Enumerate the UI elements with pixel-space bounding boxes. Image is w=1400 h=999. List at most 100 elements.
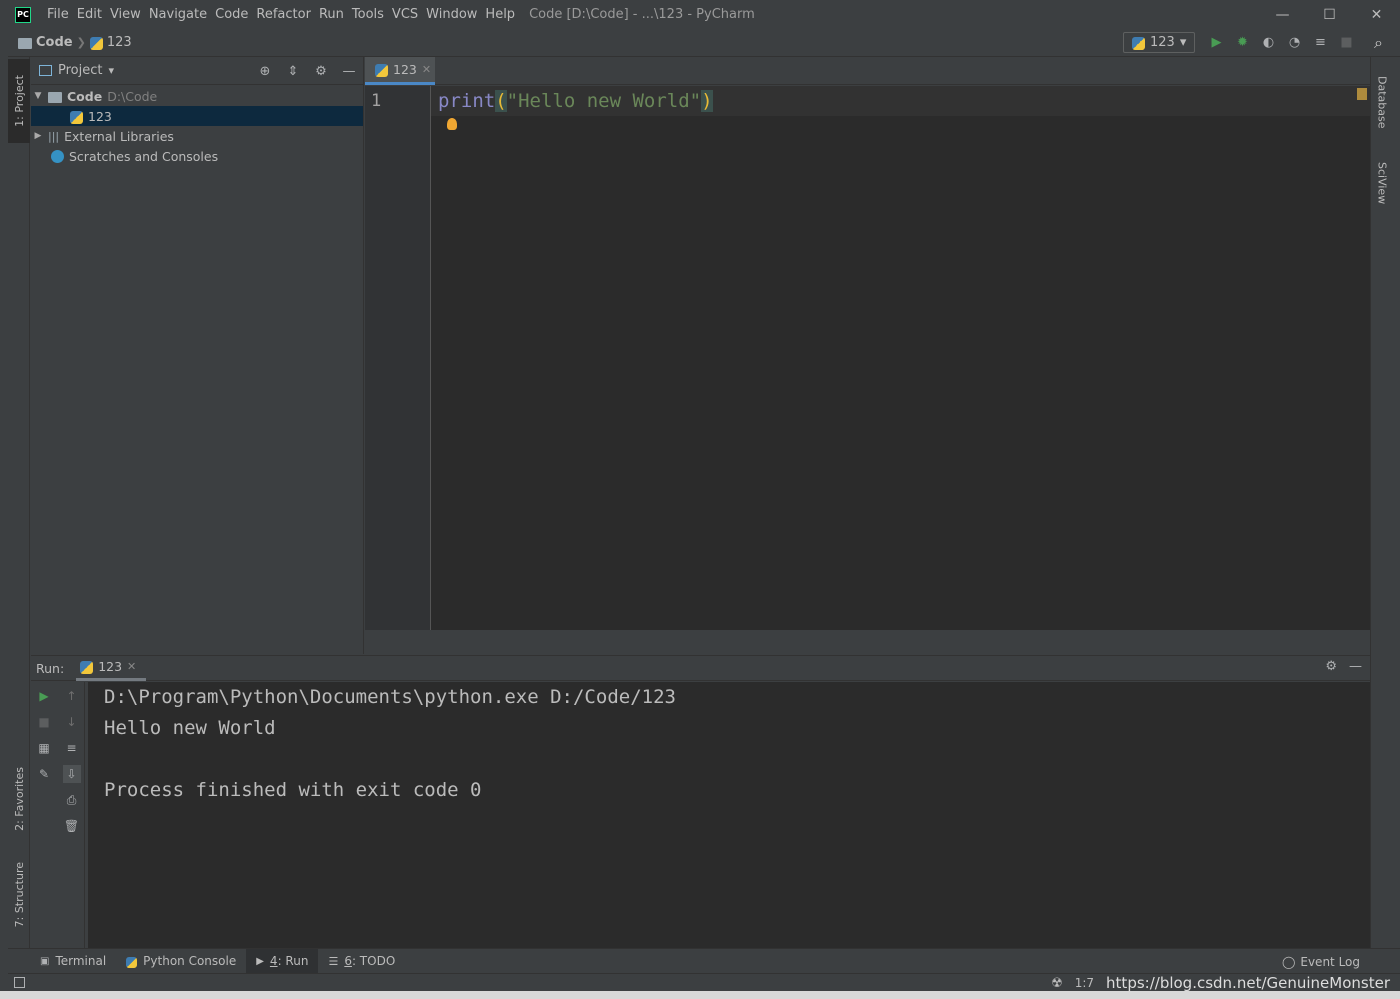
breadcrumb-file-label: 123	[106, 35, 132, 50]
expanded-arrow-icon[interactable]: ▼	[33, 91, 43, 101]
title-bar: PC File Edit View Navigate Code Refactor…	[0, 0, 1400, 29]
locate-target-icon[interactable]: ⊕	[257, 61, 273, 81]
caret-position[interactable]: 1:7	[1075, 976, 1094, 990]
stop-icon[interactable]: ■	[1336, 32, 1357, 53]
tool-tab-database[interactable]: Database	[1371, 67, 1393, 137]
tool-tab-todo-label: 6: TODO	[344, 954, 395, 968]
project-panel-header: Project ▾ ⊕ ⇕ ⚙ —	[31, 57, 363, 85]
trash-icon[interactable]: 🗑	[63, 817, 81, 835]
tree-item-file[interactable]: 123	[31, 106, 363, 126]
menu-code[interactable]: Code	[211, 7, 252, 22]
close-tab-icon[interactable]: ✕	[422, 63, 431, 76]
folder-icon	[48, 91, 62, 103]
menu-window[interactable]: Window	[422, 7, 481, 22]
run-console-output[interactable]: D:\Program\Python\Documents\python.exe D…	[88, 682, 1370, 948]
window-title: Code [D:\Code] - ...\123 - PyCharm	[529, 7, 755, 22]
tool-tab-run[interactable]: ▶ 4: Run	[246, 948, 319, 974]
python-file-icon	[70, 110, 83, 124]
tool-tab-python-console-label: Python Console	[143, 954, 237, 968]
close-tab-icon[interactable]: ✕	[127, 660, 136, 673]
right-tool-window-strip: Database SciView	[1370, 57, 1392, 948]
collapse-all-icon[interactable]: ⇕	[285, 61, 301, 81]
debug-icon[interactable]: ✹	[1232, 32, 1253, 53]
maximize-button[interactable]: ☐	[1306, 0, 1353, 29]
bottom-tool-window-bar: ▣ Terminal Python Console ▶ 4: Run ☰ 6: …	[8, 948, 1400, 974]
run-icon: ▶	[256, 955, 264, 967]
gear-icon[interactable]: ⚙	[1325, 659, 1337, 674]
scroll-to-end-icon[interactable]: ⇩	[62, 765, 81, 783]
menu-refactor[interactable]: Refactor	[252, 7, 315, 22]
line-number: 1	[371, 91, 382, 111]
menu-vcs[interactable]: VCS	[388, 7, 422, 22]
soft-wrap-icon[interactable]: ≡	[63, 739, 81, 757]
project-panel-tools: ⊕ ⇕ ⚙ —	[257, 61, 357, 81]
breadcrumb-project[interactable]: Code	[18, 35, 73, 50]
tool-tab-favorites[interactable]: 2: Favorites	[8, 757, 30, 841]
todo-list-icon: ☰	[328, 954, 339, 968]
left-tool-window-strip: 1: Project 2: Favorites 7: Structure	[8, 57, 30, 948]
menu-edit[interactable]: Edit	[73, 7, 106, 22]
tool-tab-project[interactable]: 1: Project	[8, 59, 30, 143]
run-icon[interactable]: ▶	[1206, 32, 1227, 53]
gear-icon[interactable]: ⚙	[313, 61, 329, 81]
run-configuration-selector[interactable]: 123 ▾	[1123, 32, 1195, 53]
editor-gutter: 1	[365, 86, 431, 630]
navigation-bar: Code ❯ 123 123 ▾ ▶ ✹ ◐ ◔ ≡ ■ ⌕	[8, 29, 1400, 57]
tree-item-code[interactable]: ▼ Code D:\Code	[31, 86, 363, 106]
tool-tab-sciview[interactable]: SciView	[1371, 153, 1393, 213]
library-icon: |||	[48, 129, 60, 143]
tool-tab-python-console[interactable]: Python Console	[116, 949, 246, 974]
python-file-icon	[375, 64, 388, 77]
rerun-icon[interactable]: ▶	[35, 687, 53, 705]
coverage-icon[interactable]: ◐	[1258, 32, 1279, 53]
restore-layout-icon[interactable]: ▦	[35, 739, 53, 757]
inspection-status-icon[interactable]	[1357, 88, 1367, 100]
menu-navigate[interactable]: Navigate	[145, 7, 211, 22]
tool-tab-structure[interactable]: 7: Structure	[8, 853, 30, 937]
stop-icon[interactable]: ■	[35, 713, 53, 731]
menu-view[interactable]: View	[106, 7, 145, 22]
window-left-edge	[0, 29, 8, 991]
editor-tab-123[interactable]: 123 ✕	[365, 57, 435, 85]
toggle-tool-windows-icon[interactable]	[14, 977, 25, 988]
tree-item-external-libraries[interactable]: ▶ ||| External Libraries	[31, 126, 363, 146]
project-view-selector[interactable]: Project	[58, 63, 102, 78]
tool-tab-todo[interactable]: ☰ 6: TODO	[318, 949, 405, 974]
arrow-down-icon[interactable]: ↓	[63, 713, 81, 731]
menu-help[interactable]: Help	[481, 7, 519, 22]
editor-tab-label: 123	[393, 62, 417, 77]
inspection-settings-icon[interactable]: ☢	[1051, 976, 1063, 991]
hide-panel-icon[interactable]: —	[341, 61, 357, 81]
arrow-up-icon[interactable]: ↑	[63, 687, 81, 705]
console-line: Hello new World	[104, 717, 276, 739]
project-tool-window: Project ▾ ⊕ ⇕ ⚙ — ▼ Code D:\Code 123 ▶ |…	[31, 57, 364, 654]
menu-bar: File Edit View Navigate Code Refactor Ru…	[43, 7, 519, 22]
code-open-paren: (	[495, 90, 507, 112]
code-line[interactable]: print("Hello new World")	[438, 90, 713, 112]
pin-icon[interactable]: ✎	[35, 765, 53, 783]
concurrency-diagram-icon[interactable]: ≡	[1310, 32, 1331, 53]
close-button[interactable]: ✕	[1353, 0, 1400, 29]
intention-bulb-icon[interactable]	[447, 118, 457, 130]
print-icon[interactable]: ⎙	[63, 791, 81, 809]
chevron-down-icon[interactable]: ▾	[108, 64, 114, 77]
tool-tab-event-log[interactable]: ◯ Event Log	[1282, 949, 1360, 974]
code-editor[interactable]: 1 print("Hello new World")	[365, 86, 1370, 630]
tool-tab-terminal[interactable]: ▣ Terminal	[30, 949, 116, 974]
collapsed-arrow-icon[interactable]: ▶	[33, 131, 43, 141]
menu-file[interactable]: File	[43, 7, 73, 22]
menu-run[interactable]: Run	[315, 7, 348, 22]
breadcrumb-file[interactable]: 123	[89, 35, 132, 50]
search-everywhere-icon[interactable]: ⌕	[1368, 32, 1389, 53]
hide-panel-icon[interactable]: —	[1349, 659, 1362, 674]
menu-tools[interactable]: Tools	[348, 7, 388, 22]
chevron-down-icon: ▾	[1179, 35, 1187, 50]
minimize-button[interactable]: —	[1259, 0, 1306, 29]
tool-tab-run-label: 4: Run	[270, 954, 309, 968]
tool-tab-todo-mnemonic: 6	[344, 954, 352, 968]
run-tab-123[interactable]: 123 ✕	[76, 656, 147, 681]
python-console-icon	[126, 956, 138, 968]
tree-item-scratches[interactable]: Scratches and Consoles	[31, 146, 363, 166]
tool-tab-structure-label: 7: Structure	[12, 862, 26, 928]
profile-icon[interactable]: ◔	[1284, 32, 1305, 53]
